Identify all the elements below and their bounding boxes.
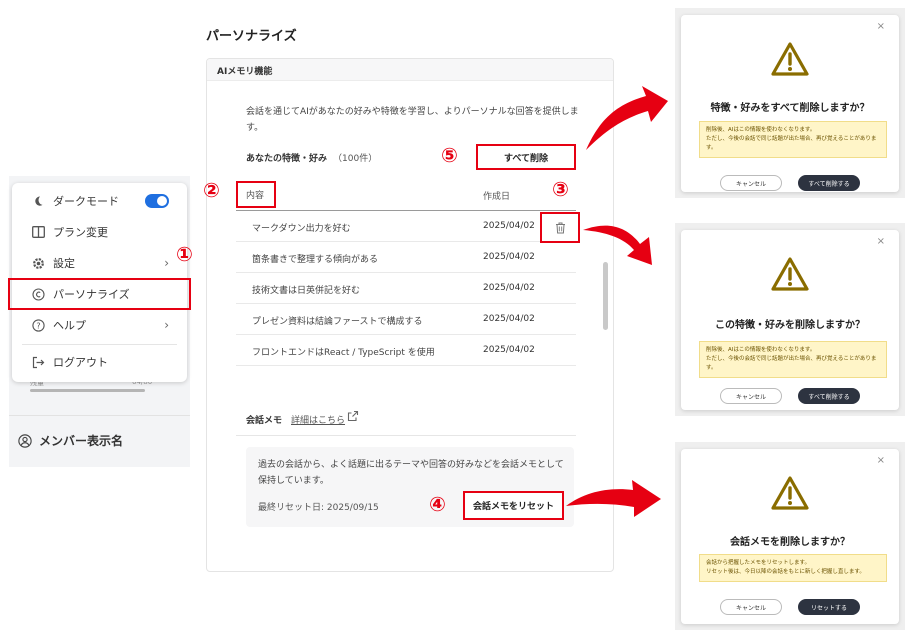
memo-divider <box>236 435 576 436</box>
warning-icon <box>771 476 809 510</box>
reset-memo-dialog-screenshot: × 会話メモを削除しますか？ 会話から把握したメモをリセットします。 リセット後… <box>675 442 905 630</box>
trait-date: 2025/04/02 <box>483 314 535 324</box>
dialog-actions: キャンセル すべて削除する <box>681 175 899 191</box>
callout-3: ③ <box>552 177 569 201</box>
sidebar-divider <box>9 415 190 416</box>
menu-divider <box>22 344 177 345</box>
trait-date: 2025/04/02 <box>483 345 535 355</box>
close-icon[interactable]: × <box>877 455 885 466</box>
traits-title: あなたの特徴・好み <box>246 154 328 164</box>
trash-icon <box>555 222 565 233</box>
menu-item-plan[interactable]: プラン変更 <box>30 219 175 245</box>
traits-heading: あなたの特徴・好み （100件） <box>246 151 377 164</box>
member-name: メンバー表示名 <box>39 434 124 448</box>
callout-2: ② <box>203 178 220 202</box>
menu-item-help[interactable]: ? ヘルプ › <box>30 312 175 338</box>
dark-mode-toggle[interactable] <box>145 194 169 208</box>
dialog-note-line: 削除後、AIはこの情報を使わなくなります。 <box>706 347 816 353</box>
reset-memo-dialog: × 会話メモを削除しますか？ 会話から把握したメモをリセットします。 リセット後… <box>681 449 899 624</box>
close-icon[interactable]: × <box>877 21 885 32</box>
cancel-button[interactable]: キャンセル <box>720 175 782 191</box>
external-link-icon[interactable] <box>347 410 359 422</box>
trait-date: 2025/04/02 <box>483 252 535 262</box>
confirm-delete-button[interactable]: すべて削除する <box>798 388 860 404</box>
trait-content: 技術文書は日英併記を好む <box>252 286 361 296</box>
dialog-actions: キャンセル すべて削除する <box>681 388 899 404</box>
svg-text:?: ? <box>36 321 40 330</box>
trait-date: 2025/04/02 <box>483 283 535 293</box>
section-title: AIメモリ機能 <box>217 67 273 77</box>
reset-memo-button[interactable]: 会話メモをリセット <box>463 491 564 520</box>
gear-icon <box>30 255 46 271</box>
trait-content: マークダウン出力を好む <box>252 224 351 234</box>
dialog-note-line: ただし、今後の会話で同じ話題が出た場合、再び覚えることがあります。 <box>706 136 877 151</box>
dialog-note: 会話から把握したメモをリセットします。 リセット後は、今日以降の会話をもとに新し… <box>699 554 887 582</box>
delete-all-dialog: × 特徴・好みをすべて削除しますか？ 削除後、AIはこの情報を使わなくなります。… <box>681 15 899 192</box>
cancel-button[interactable]: キャンセル <box>720 599 782 615</box>
menu-item-settings[interactable]: 設定 › <box>30 250 175 276</box>
dialog-note-line: 削除後、AIはこの情報を使わなくなります。 <box>706 127 816 133</box>
table-row: 技術文書は日英併記を好む 2025/04/02 <box>236 273 576 304</box>
moon-icon <box>30 193 46 209</box>
table-row: マークダウン出力を好む 2025/04/02 <box>236 211 576 242</box>
chevron-right-icon: › <box>164 256 169 270</box>
details-link[interactable]: 詳細はこちら <box>291 413 345 426</box>
confirm-delete-all-button[interactable]: すべて削除する <box>798 175 860 191</box>
cancel-button[interactable]: キャンセル <box>720 388 782 404</box>
trait-date: 2025/04/02 <box>483 221 535 231</box>
chevron-right-icon: › <box>164 318 169 332</box>
dialog-actions: キャンセル リセットする <box>681 599 899 615</box>
conversation-memo-description: 過去の会話から、よく話題に出るテーマや回答の好みなどを会話メモとして保持していま… <box>258 460 564 486</box>
menu-item-dark-mode[interactable]: ダークモード <box>30 188 175 214</box>
page-title: パーソナライズ <box>206 29 297 44</box>
warning-icon <box>771 42 809 76</box>
delete-trait-button[interactable] <box>540 212 580 243</box>
ai-memory-description: 会話を通じてAIがあなたの好みや特徴を学習し、よりパーソナルな回答を提供します。 <box>246 107 579 133</box>
warning-icon <box>771 257 809 291</box>
delete-one-dialog-screenshot: × この特徴・好みを削除しますか？ 削除後、AIはこの情報を使わなくなります。 … <box>675 223 905 416</box>
usage-progress-bar <box>30 389 145 392</box>
dialog-note-line: ただし、今後の会話で同じ話題が出た場合、再び覚えることがあります。 <box>706 356 877 371</box>
dialog-title: 会話メモを削除しますか？ <box>730 537 850 548</box>
confirm-reset-button[interactable]: リセットする <box>798 599 860 615</box>
trait-content: フロントエンドはReact / TypeScript を使用 <box>252 348 435 358</box>
dialog-note: 削除後、AIはこの情報を使わなくなります。 ただし、今後の会話で同じ話題が出た場… <box>699 121 887 158</box>
trait-content: プレゼン資料は結論ファーストで構成する <box>252 317 423 327</box>
logout-icon <box>30 354 46 370</box>
menu-item-logout[interactable]: ログアウト <box>30 349 175 375</box>
table-row: プレゼン資料は結論ファーストで構成する 2025/04/02 <box>236 304 576 335</box>
callout-5: ⑤ <box>441 143 458 167</box>
menu-item-label: ログアウト <box>53 356 108 369</box>
dialog-title: 特徴・好みをすべて削除しますか？ <box>710 103 870 114</box>
conversation-memo-title: 会話メモ <box>246 416 283 426</box>
menu-item-label: プラン変更 <box>53 226 108 239</box>
column-header-created[interactable]: 作成日 <box>483 189 510 202</box>
callout-4: ④ <box>429 492 446 516</box>
menu-item-label: 設定 <box>53 257 75 270</box>
traits-count: （100件） <box>333 154 378 164</box>
layout-icon <box>30 224 46 240</box>
user-icon <box>18 433 32 448</box>
dialog-note: 削除後、AIはこの情報を使わなくなります。 ただし、今後の会話で同じ話題が出た場… <box>699 341 887 378</box>
trait-content: 箇条書きで整理する傾向がある <box>252 255 379 265</box>
dialog-title: この特徴・好みを削除しますか？ <box>715 320 865 331</box>
menu-item-label: ヘルプ <box>53 319 86 332</box>
column-header-content[interactable]: 内容 <box>236 181 276 208</box>
dialog-note-line: 会話から把握したメモをリセットします。 <box>706 560 810 566</box>
last-reset-date: 最終リセット日: 2025/09/15 <box>258 503 379 513</box>
table-row: フロントエンドはReact / TypeScript を使用 2025/04/0… <box>236 335 576 366</box>
delete-one-dialog: × この特徴・好みを削除しますか？ 削除後、AIはこの情報を使わなくなります。 … <box>681 230 899 410</box>
delete-all-button[interactable]: すべて削除 <box>476 144 576 170</box>
personalize-highlight <box>8 278 191 310</box>
table-scrollbar[interactable] <box>603 262 608 330</box>
delete-all-dialog-screenshot: × 特徴・好みをすべて削除しますか？ 削除後、AIはこの情報を使わなくなります。… <box>675 8 905 198</box>
dialog-note-line: リセット後は、今日以降の会話をもとに新しく把握し直します。 <box>706 569 865 575</box>
table-row: 箇条書きで整理する傾向がある 2025/04/02 <box>236 242 576 273</box>
menu-item-label: ダークモード <box>53 195 119 208</box>
callout-1: ① <box>176 242 193 266</box>
help-icon: ? <box>30 317 46 333</box>
ai-memory-header: AIメモリ機能 <box>207 59 613 81</box>
close-icon[interactable]: × <box>877 236 885 247</box>
member-account-button[interactable]: メンバー表示名 <box>18 432 123 449</box>
